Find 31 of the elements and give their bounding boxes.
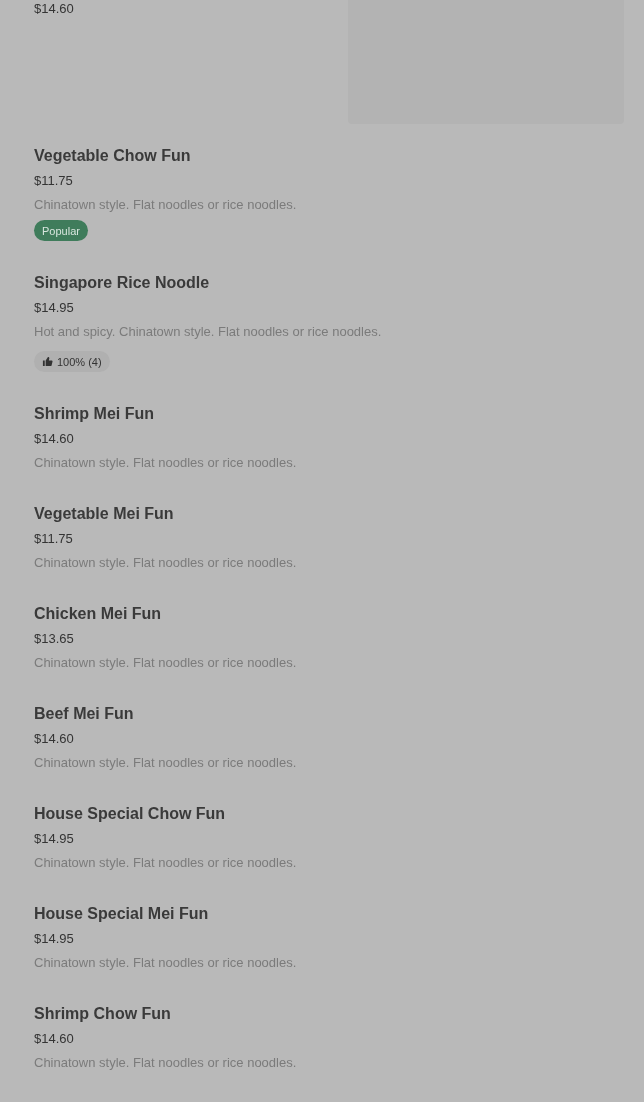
item-price: $14.95: [34, 299, 74, 317]
item-name[interactable]: Chicken Mei Fun: [34, 604, 162, 624]
item-description: Chinatown style. Flat noodles or rice noodles.: [34, 754, 297, 772]
item-price: $11.75: [34, 530, 73, 548]
item-price: $14.95: [34, 930, 74, 948]
item-name[interactable]: House Special Mei Fun: [34, 904, 209, 924]
item-name[interactable]: Singapore Rice Noodle: [34, 273, 210, 293]
item-price: $14.60: [34, 730, 74, 748]
item-description: Chinatown style. Flat noodles or rice noodles.: [34, 854, 297, 872]
item-name[interactable]: Vegetable Chow Fun: [34, 146, 191, 166]
thumbs-up-icon: [42, 356, 53, 367]
item-price: $14.60: [34, 1030, 74, 1048]
item-price: $13.65: [34, 630, 74, 648]
item-name[interactable]: Vegetable Mei Fun: [34, 504, 174, 524]
item-price: $14.60: [34, 430, 74, 448]
item-description: Chinatown style. Flat noodles or rice noodles.: [34, 196, 297, 214]
item-name[interactable]: Shrimp Mei Fun: [34, 404, 154, 424]
item-price: $14.60: [34, 0, 74, 18]
item-description: Chinatown style. Flat noodles or rice noodles.: [34, 954, 297, 972]
popular-badge: Popular: [34, 220, 88, 241]
item-price: $11.75: [34, 172, 73, 190]
item-name[interactable]: Beef Mei Fun: [34, 704, 134, 724]
rating-badge: 100% (4): [34, 351, 110, 372]
item-description: Chinatown style. Flat noodles or rice noodles.: [34, 1054, 297, 1072]
item-name[interactable]: Shrimp Chow Fun: [34, 1004, 171, 1024]
item-description: Chinatown style. Flat noodles or rice noodles.: [34, 654, 297, 672]
item-description: Hot and spicy. Chinatown style. Flat noodles or rice noodles.: [34, 323, 382, 341]
item-price: $14.95: [34, 830, 74, 848]
item-name[interactable]: House Special Chow Fun: [34, 804, 226, 824]
item-description: Chinatown style. Flat noodles or rice noodles.: [34, 554, 297, 572]
item-description: Chinatown style. Flat noodles or rice noodles.: [34, 454, 297, 472]
